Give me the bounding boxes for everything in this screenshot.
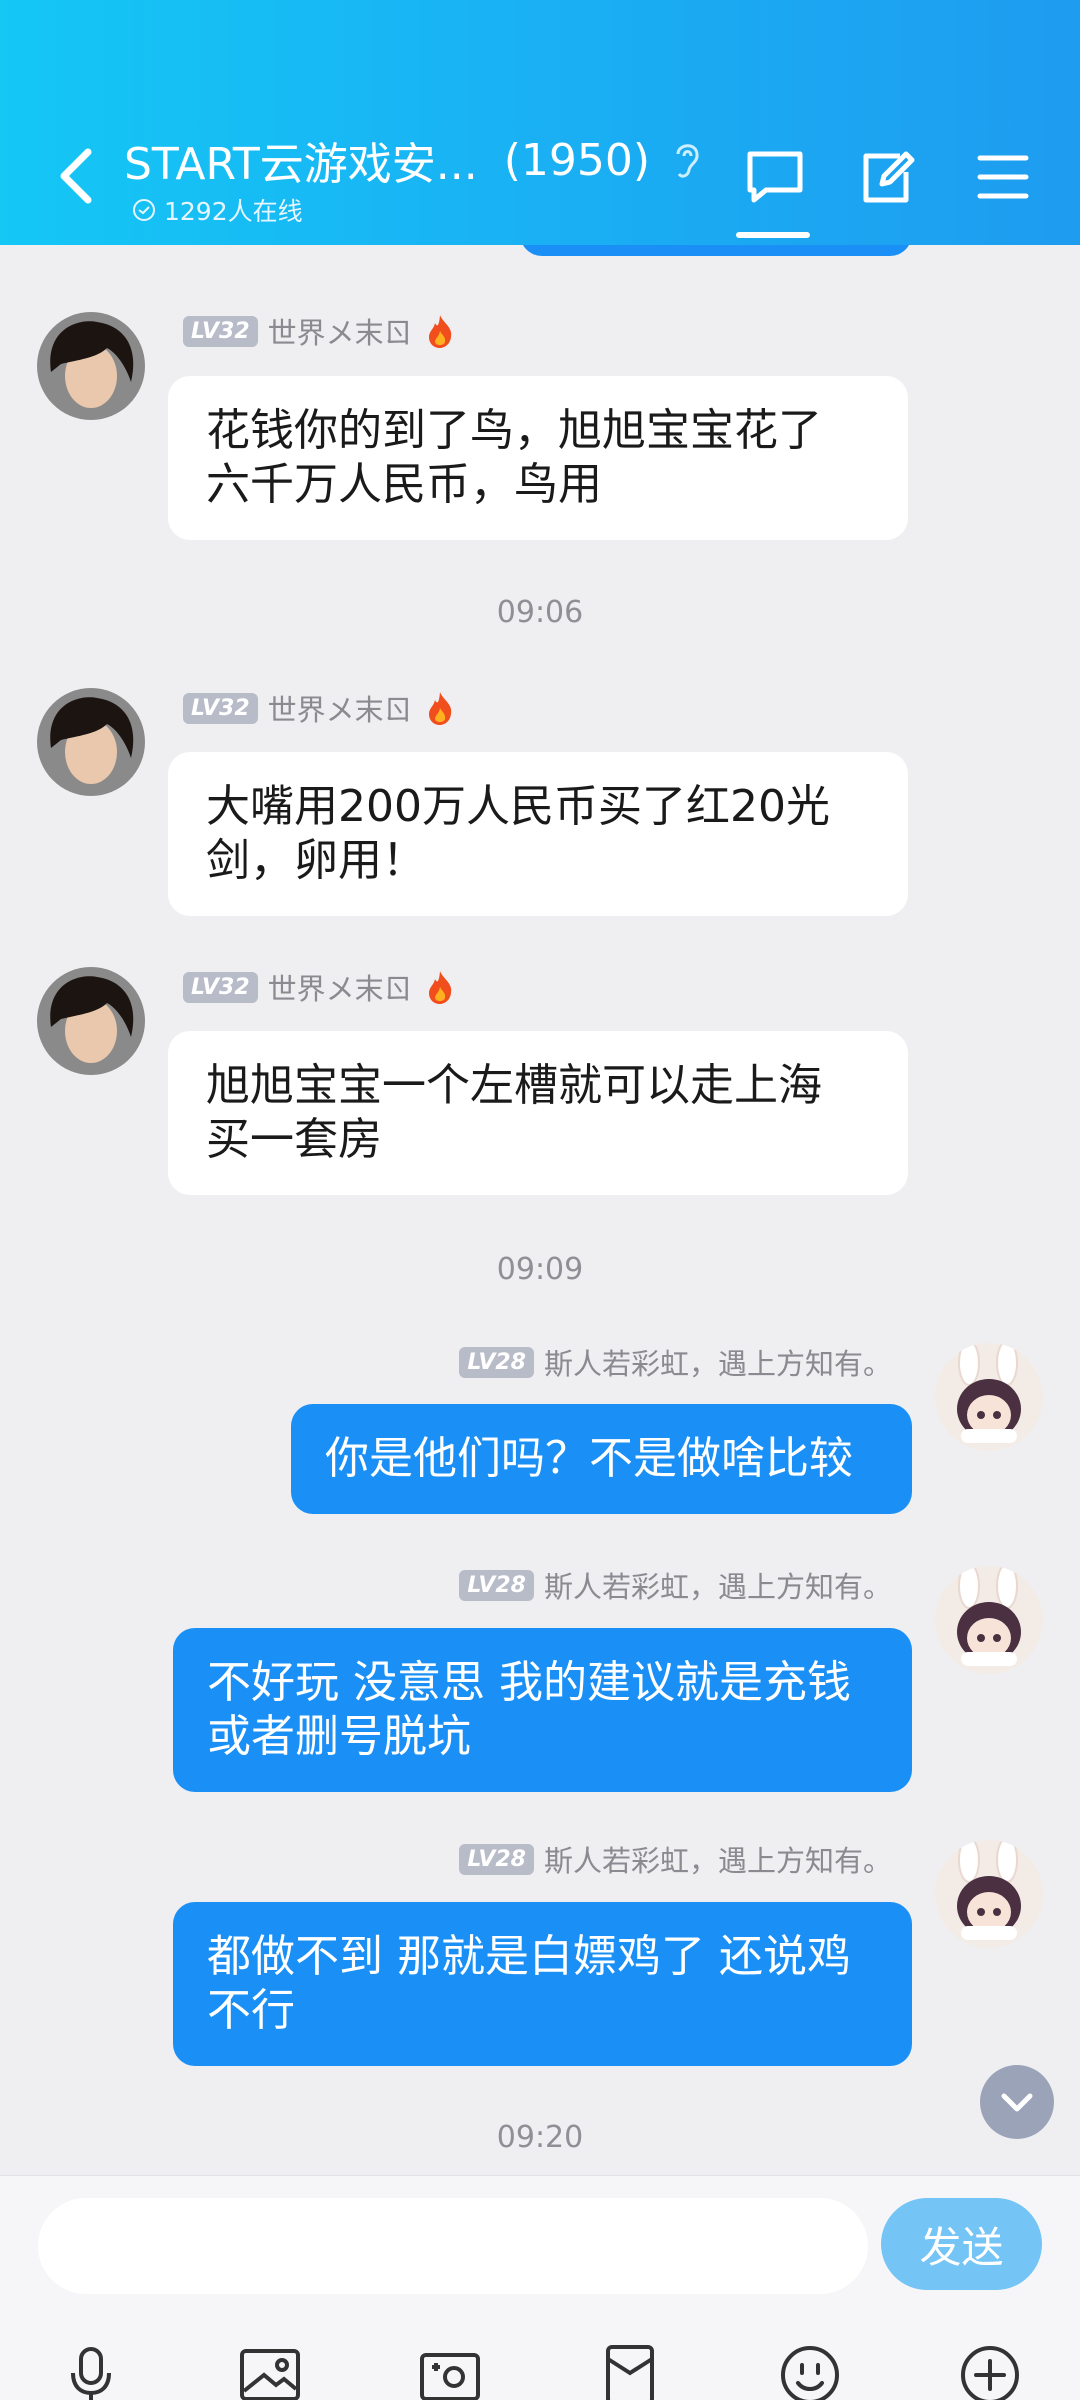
level-badge: LV28	[459, 1346, 534, 1378]
sender-info: LV28 斯人若彩虹，遇上方知有。	[459, 1839, 892, 1879]
camera-icon[interactable]	[418, 2343, 482, 2400]
own-message-bubble[interactable]: 都做不到 那就是白嫖鸡了 还说鸡 不行	[173, 1902, 912, 2066]
sender-info: LV32 世界メ末ㄖ	[183, 311, 455, 351]
own-avatar[interactable]	[935, 1343, 1043, 1451]
message-line: 不行	[207, 1985, 295, 2036]
mic-icon[interactable]	[59, 2343, 123, 2400]
level-badge: LV28	[459, 1569, 534, 1601]
sender-name[interactable]: 世界メ末ㄖ	[268, 966, 413, 1008]
back-arrow-icon[interactable]	[48, 140, 108, 210]
sender-name[interactable]: 斯人若彩虹，遇上方知有。	[544, 1341, 892, 1383]
avatar-boy-icon	[37, 688, 145, 796]
message-input[interactable]	[38, 2198, 868, 2294]
message-bubble[interactable]: 旭旭宝宝一个左槽就可以走上海 买一套房	[168, 1031, 908, 1195]
message-line: 六千万人民币，鸟用	[206, 459, 602, 510]
timestamp: 09:09	[496, 1252, 584, 1287]
level-badge: LV32	[183, 692, 258, 724]
sender-info: LV32 世界メ末ㄖ	[183, 688, 455, 728]
menu-icon[interactable]	[972, 148, 1034, 206]
check-circle-icon	[133, 199, 155, 221]
own-avatar[interactable]	[935, 1566, 1043, 1674]
message-bubble[interactable]: 花钱你的到了鸟，旭旭宝宝花了 六千万人民币，鸟用	[168, 376, 908, 540]
active-tab-indicator	[736, 232, 810, 238]
emoji-icon[interactable]	[778, 2343, 842, 2400]
chat-bubble-icon[interactable]	[744, 148, 806, 206]
level-badge: LV32	[183, 971, 258, 1003]
ear-icon	[676, 144, 699, 178]
sender-info: LV28 斯人若彩虹，遇上方知有。	[459, 1342, 892, 1382]
scroll-to-bottom-button[interactable]	[980, 2065, 1054, 2139]
message-line: 旭旭宝宝一个左槽就可以走上海	[206, 1060, 822, 1111]
chat-header: START云游戏安... (1950) 1292人在线	[0, 0, 1080, 245]
timestamp: 09:20	[496, 2120, 584, 2155]
sender-info: LV28 斯人若彩虹，遇上方知有。	[459, 1565, 892, 1605]
member-count: (1950)	[503, 134, 651, 186]
message-list[interactable]: LV32 世界メ末ㄖ 花钱你的到了鸟，旭旭宝宝花了 六千万人民币，鸟用 09:0…	[0, 245, 1080, 2175]
own-message-bubble[interactable]: 不好玩 没意思 我的建议就是充钱 或者删号脱坑	[173, 1628, 912, 1792]
sender-name[interactable]: 世界メ末ㄖ	[268, 310, 413, 352]
send-button[interactable]: 发送	[881, 2198, 1042, 2290]
level-badge: LV32	[183, 315, 258, 347]
message-line: 都做不到 那就是白嫖鸡了 还说鸡	[207, 1931, 851, 1982]
fire-icon	[428, 692, 451, 725]
sender-name[interactable]: 斯人若彩虹，遇上方知有。	[544, 1838, 892, 1880]
level-badge: LV28	[459, 1843, 534, 1875]
avatar-boy-icon	[37, 312, 145, 420]
avatar-bunny-girl-icon	[935, 1840, 1043, 1948]
message-line: 你是他们吗？不是做啥比较	[325, 1433, 853, 1484]
online-count: 1292人在线	[164, 197, 303, 226]
message-line: 买一套房	[206, 1114, 382, 1165]
input-bar: 发送	[0, 2175, 1080, 2400]
fire-icon	[428, 315, 451, 348]
online-status: 1292人在线	[132, 192, 303, 228]
message-line: 或者删号脱坑	[207, 1711, 471, 1762]
fire-icon	[428, 971, 451, 1004]
sender-info: LV32 世界メ末ㄖ	[183, 967, 455, 1007]
message-line: 大嘴用200万人民币买了红20光	[206, 781, 830, 832]
avatar[interactable]	[37, 312, 145, 420]
message-line: 不好玩 没意思 我的建议就是充钱	[207, 1657, 851, 1708]
group-title-row[interactable]: START云游戏安... (1950)	[124, 130, 704, 190]
own-avatar[interactable]	[935, 1840, 1043, 1948]
image-icon[interactable]	[238, 2343, 302, 2400]
sender-name[interactable]: 斯人若彩虹，遇上方知有。	[544, 1564, 892, 1606]
avatar-boy-icon	[37, 967, 145, 1075]
edit-icon[interactable]	[856, 148, 918, 206]
chevron-down-icon	[1001, 2093, 1033, 2112]
avatar-bunny-girl-icon	[935, 1343, 1043, 1451]
message-line: 花钱你的到了鸟，旭旭宝宝花了	[206, 405, 822, 456]
avatar[interactable]	[37, 688, 145, 796]
message-bubble[interactable]: 大嘴用200万人民币买了红20光 剑，卵用！	[168, 752, 908, 916]
message-line: 剑，卵用！	[206, 835, 426, 886]
red-packet-icon[interactable]	[598, 2343, 662, 2400]
sender-name[interactable]: 世界メ末ㄖ	[268, 687, 413, 729]
group-title: START云游戏安...	[124, 139, 478, 190]
avatar[interactable]	[37, 967, 145, 1075]
plus-icon[interactable]	[958, 2343, 1022, 2400]
own-message-bubble[interactable]: 你是他们吗？不是做啥比较	[291, 1404, 912, 1514]
timestamp: 09:06	[496, 595, 584, 630]
avatar-bunny-girl-icon	[935, 1566, 1043, 1674]
